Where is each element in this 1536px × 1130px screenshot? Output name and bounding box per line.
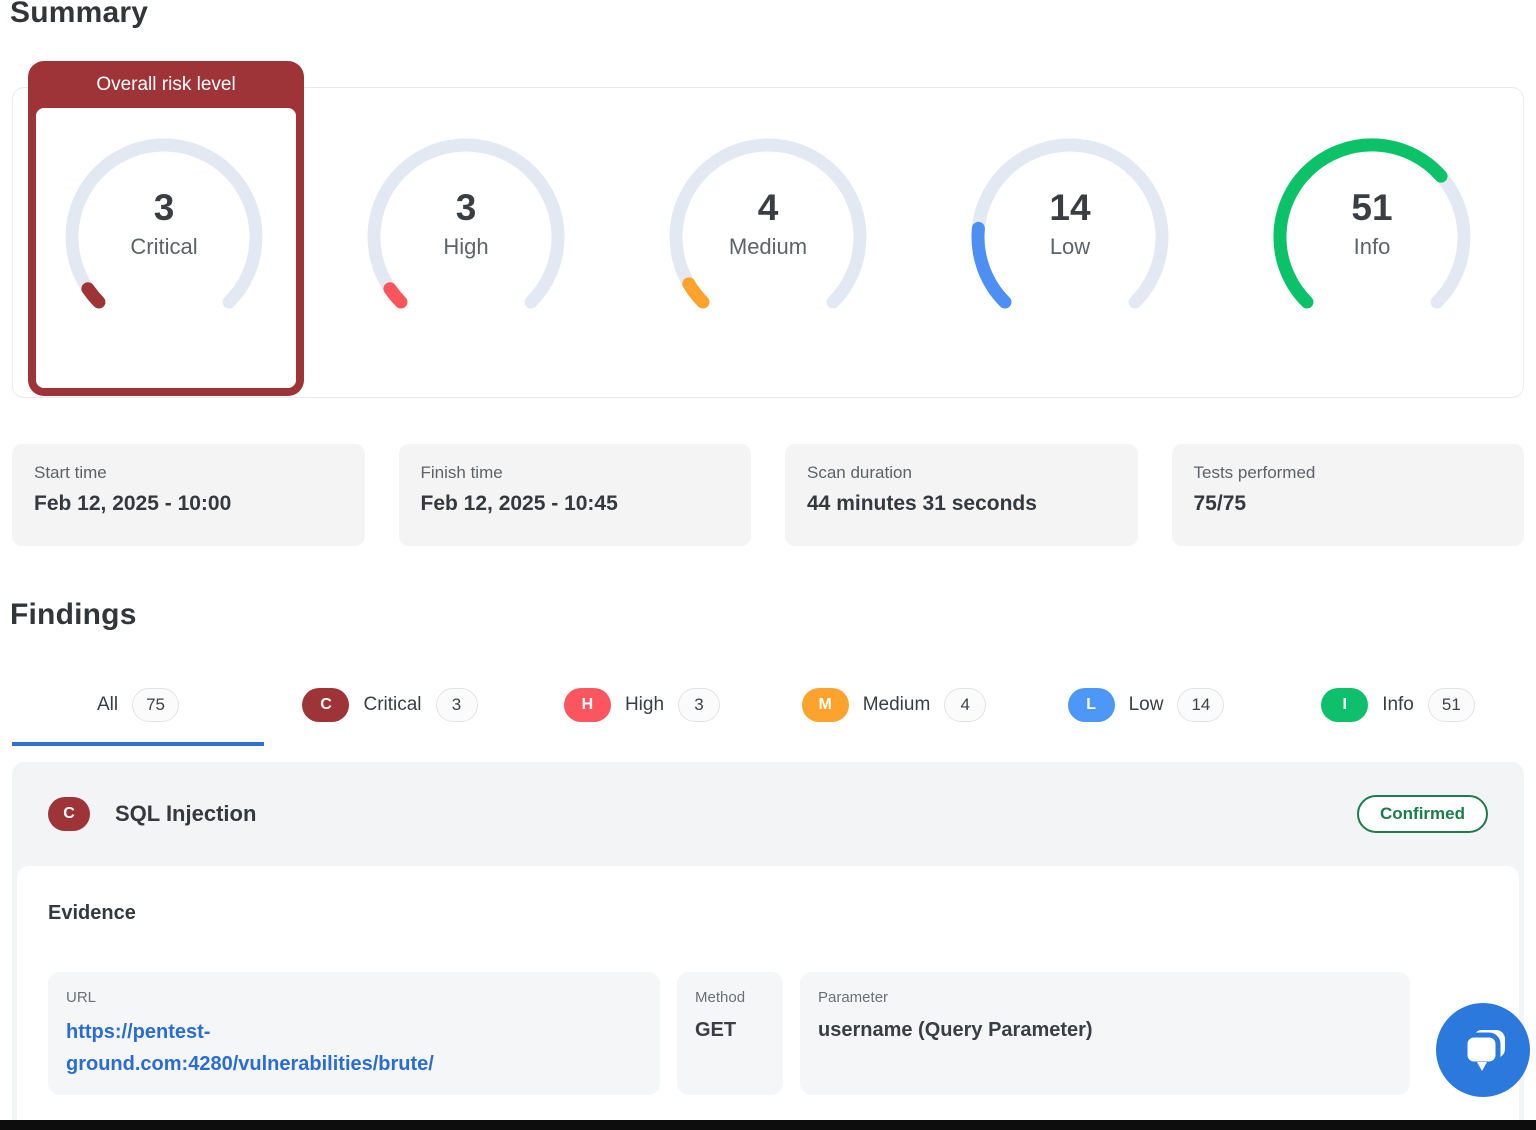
parameter-value: username (Query Parameter) [818,1019,1392,1042]
evidence-heading: Evidence [48,902,1488,925]
low-severity-icon: L [1068,688,1115,722]
gauge-medium: 4 Medium [617,88,919,397]
gauge-low-count: 14 [960,186,1180,230]
method-value: GET [695,1019,765,1042]
tab-medium[interactable]: M Medium 4 [768,684,1020,746]
parameter-label: Parameter [818,989,1392,1006]
gauge-medium-label: Medium [658,234,878,260]
tab-low-label: Low [1129,694,1164,716]
gauge-medium-count: 4 [658,186,878,230]
tab-info-label: Info [1382,694,1414,716]
gauge-info-label: Info [1262,234,1482,260]
scan-duration-card: Scan duration 44 minutes 31 seconds [785,444,1138,546]
gauge-info: 51 Info [1221,88,1523,397]
evidence-row: URL https://pentest-ground.com:4280/vuln… [48,972,1488,1095]
url-link[interactable]: https://pentest-ground.com:4280/vulnerab… [66,1016,496,1080]
tab-critical[interactable]: C Critical 3 [264,684,516,746]
gauge-critical-count: 3 [54,186,274,230]
url-label: URL [66,989,642,1006]
tab-low-count-badge: 14 [1177,688,1224,722]
scan-summary-page: Summary Overall risk level 3 Critical 3 … [0,0,1536,1130]
chat-bubble-icon [1455,1022,1511,1078]
findings-tabs: All 75 C Critical 3 H High 3 M Medium 4 … [12,684,1524,746]
evidence-method-box: Method GET [677,972,783,1095]
evidence-parameter-box: Parameter username (Query Parameter) [800,972,1410,1095]
findings-heading: Findings [10,598,137,632]
start-time-label: Start time [34,463,343,483]
tests-performed-label: Tests performed [1194,463,1503,483]
gauge-high-label: High [356,234,576,260]
chat-widget-button[interactable] [1436,1003,1530,1097]
gauge-high: 3 High [315,88,617,397]
scan-duration-value: 44 minutes 31 seconds [807,492,1116,516]
tests-performed-card: Tests performed 75/75 [1172,444,1525,546]
tab-high-count-badge: 3 [678,688,720,722]
tab-all[interactable]: All 75 [12,684,264,746]
evidence-url-box: URL https://pentest-ground.com:4280/vuln… [48,972,660,1095]
critical-severity-icon: C [48,797,90,831]
tests-performed-value: 75/75 [1194,492,1503,516]
tab-all-label: All [97,694,118,716]
tab-medium-count-badge: 4 [944,688,986,722]
gauge-high-count: 3 [356,186,576,230]
finding-card-sql-injection: C SQL Injection Confirmed Evidence URL h… [12,762,1524,1120]
gauge-low: 14 Low [919,88,1221,397]
scan-info-row: Start time Feb 12, 2025 - 10:00 Finish t… [12,444,1524,546]
finish-time-label: Finish time [421,463,730,483]
info-severity-icon: I [1321,688,1368,722]
risk-gauges-card: Overall risk level 3 Critical 3 High [12,87,1524,398]
gauge-critical: 3 Critical [13,88,315,397]
tab-critical-count-badge: 3 [436,688,478,722]
start-time-value: Feb 12, 2025 - 10:00 [34,492,343,516]
gauge-info-count: 51 [1262,186,1482,230]
tab-high-label: High [625,694,664,716]
high-severity-icon: H [564,688,611,722]
confirmed-status-badge: Confirmed [1357,795,1488,833]
gauge-critical-label: Critical [54,234,274,260]
gauge-low-label: Low [960,234,1180,260]
tab-info-count-badge: 51 [1428,688,1475,722]
finish-time-card: Finish time Feb 12, 2025 - 10:45 [399,444,752,546]
tab-high[interactable]: H High 3 [516,684,768,746]
start-time-card: Start time Feb 12, 2025 - 10:00 [12,444,365,546]
finish-time-value: Feb 12, 2025 - 10:45 [421,492,730,516]
finding-title: SQL Injection [115,801,256,827]
medium-severity-icon: M [802,688,849,722]
evidence-section: Evidence URL https://pentest-ground.com:… [17,866,1519,1120]
tab-low[interactable]: L Low 14 [1020,684,1272,746]
tab-critical-label: Critical [363,694,421,716]
finding-header[interactable]: C SQL Injection Confirmed [12,762,1524,866]
tab-info[interactable]: I Info 51 [1272,684,1524,746]
scan-duration-label: Scan duration [807,463,1116,483]
bottom-screen-edge [0,1120,1536,1130]
tab-medium-label: Medium [863,694,931,716]
summary-heading: Summary [10,0,148,30]
method-label: Method [695,989,765,1006]
tab-all-count-badge: 75 [132,688,179,722]
critical-severity-icon: C [302,688,349,722]
